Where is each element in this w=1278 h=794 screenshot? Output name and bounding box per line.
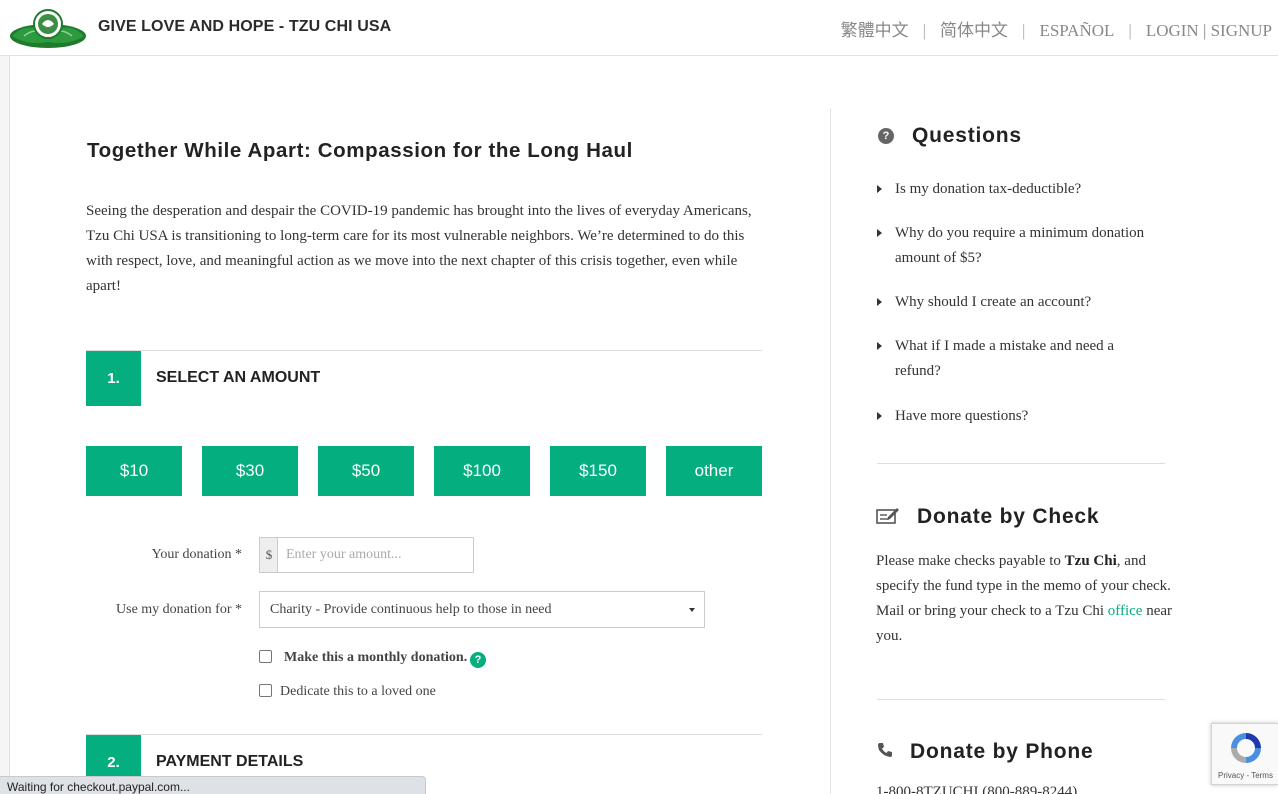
currency-addon: $ bbox=[259, 537, 278, 573]
faq-question: Why do you require a minimum donation am… bbox=[895, 225, 1145, 266]
caret-right-icon bbox=[877, 229, 882, 237]
nav-separator: | bbox=[1022, 21, 1026, 40]
language-nav: 繁體中文 | 简体中文 | ESPAÑOL | LOGIN | SIGNUP bbox=[841, 16, 1272, 41]
recaptcha-icon bbox=[1231, 733, 1261, 763]
step-1-badge: 1. bbox=[86, 351, 141, 406]
step-2-title: PAYMENT DETAILS bbox=[156, 753, 304, 770]
login-signup-link[interactable]: LOGIN | SIGNUP bbox=[1146, 21, 1272, 41]
nav-simplified-chinese[interactable]: 简体中文 bbox=[940, 16, 1008, 41]
intro-paragraph: Seeing the desperation and despair the C… bbox=[86, 203, 752, 294]
sidebar-divider bbox=[877, 463, 1165, 464]
faq-item[interactable]: Have more questions? bbox=[877, 404, 1147, 429]
recaptcha-badge[interactable]: Privacy - Terms bbox=[1211, 723, 1278, 785]
use-donation-label: Use my donation for * bbox=[116, 602, 242, 617]
monthly-donation-checkbox[interactable] bbox=[259, 650, 272, 663]
dedicate-label[interactable]: Dedicate this to a loved one bbox=[280, 684, 436, 700]
amount-50-button[interactable]: $50 bbox=[318, 446, 414, 496]
faq-question: What if I made a mistake and need a refu… bbox=[895, 338, 1115, 379]
recaptcha-terms[interactable]: Privacy - Terms bbox=[1218, 771, 1273, 780]
dedicate-checkbox[interactable] bbox=[259, 684, 272, 697]
nav-separator: | bbox=[922, 21, 927, 40]
donate-by-phone-heading: Donate by Phone bbox=[910, 740, 1094, 763]
phone-number[interactable]: 1-800-8TZUCHI (800-889-8244) bbox=[876, 784, 1077, 794]
section-divider bbox=[86, 350, 762, 351]
step-1-title: SELECT AN AMOUNT bbox=[156, 369, 321, 386]
check-text-part: Please make checks payable to bbox=[876, 553, 1065, 569]
fund-select-value: Charity - Provide continuous help to tho… bbox=[270, 602, 552, 617]
monthly-donation-label[interactable]: Make this a monthly donation. bbox=[284, 650, 467, 666]
office-link[interactable]: office bbox=[1108, 603, 1143, 619]
caret-right-icon bbox=[877, 185, 882, 193]
dropdown-caret-icon bbox=[689, 608, 695, 612]
fund-select[interactable]: Charity - Provide continuous help to tho… bbox=[259, 591, 705, 628]
faq-item[interactable]: Why should I create an account? bbox=[877, 290, 1147, 315]
page-title: Together While Apart: Compassion for the… bbox=[87, 139, 633, 162]
questions-heading: Questions bbox=[912, 124, 1022, 147]
sidebar-divider bbox=[877, 699, 1165, 700]
check-text-part: Mail or bring your check to a Tzu Chi bbox=[876, 603, 1108, 619]
faq-question: Is my donation tax-deductible? bbox=[895, 181, 1082, 197]
tzu-chi-logo[interactable] bbox=[8, 6, 88, 50]
edit-check-icon bbox=[876, 508, 899, 524]
caret-right-icon bbox=[877, 342, 882, 350]
donate-by-check-heading: Donate by Check bbox=[917, 505, 1100, 528]
browser-status-bar: Waiting for checkout.paypal.com... bbox=[0, 776, 426, 794]
amount-other-button[interactable]: other bbox=[666, 446, 762, 496]
amount-10-button[interactable]: $10 bbox=[86, 446, 182, 496]
amount-100-button[interactable]: $100 bbox=[434, 446, 530, 496]
nav-spanish[interactable]: ESPAÑOL bbox=[1039, 21, 1114, 41]
nav-separator: | bbox=[1128, 21, 1132, 40]
check-payee: Tzu Chi bbox=[1064, 553, 1117, 569]
caret-right-icon bbox=[877, 298, 882, 306]
column-divider bbox=[830, 108, 831, 794]
faq-item[interactable]: What if I made a mistake and need a refu… bbox=[877, 334, 1147, 384]
donation-label: Your donation * bbox=[151, 547, 242, 562]
faq-item[interactable]: Why do you require a minimum donation am… bbox=[877, 221, 1147, 271]
amount-150-button[interactable]: $150 bbox=[550, 446, 646, 496]
faq-question: Why should I create an account? bbox=[895, 294, 1092, 310]
section-divider bbox=[86, 734, 762, 735]
check-instructions: Please make checks payable to Tzu Chi, a… bbox=[876, 549, 1176, 649]
nav-traditional-chinese[interactable]: 繁體中文 bbox=[841, 16, 909, 41]
faq-question: Have more questions? bbox=[895, 408, 1029, 424]
amount-30-button[interactable]: $30 bbox=[202, 446, 298, 496]
help-icon[interactable]: ? bbox=[470, 652, 486, 668]
phone-icon bbox=[878, 743, 892, 757]
caret-right-icon bbox=[877, 412, 882, 420]
faq-item[interactable]: Is my donation tax-deductible? bbox=[877, 177, 1147, 202]
question-circle-icon: ? bbox=[878, 128, 894, 144]
donation-amount-input[interactable] bbox=[277, 537, 474, 573]
site-title: GIVE LOVE AND HOPE - TZU CHI USA bbox=[98, 18, 392, 35]
top-header: GIVE LOVE AND HOPE - TZU CHI USA 繁體中文 | 简体… bbox=[0, 0, 1278, 56]
